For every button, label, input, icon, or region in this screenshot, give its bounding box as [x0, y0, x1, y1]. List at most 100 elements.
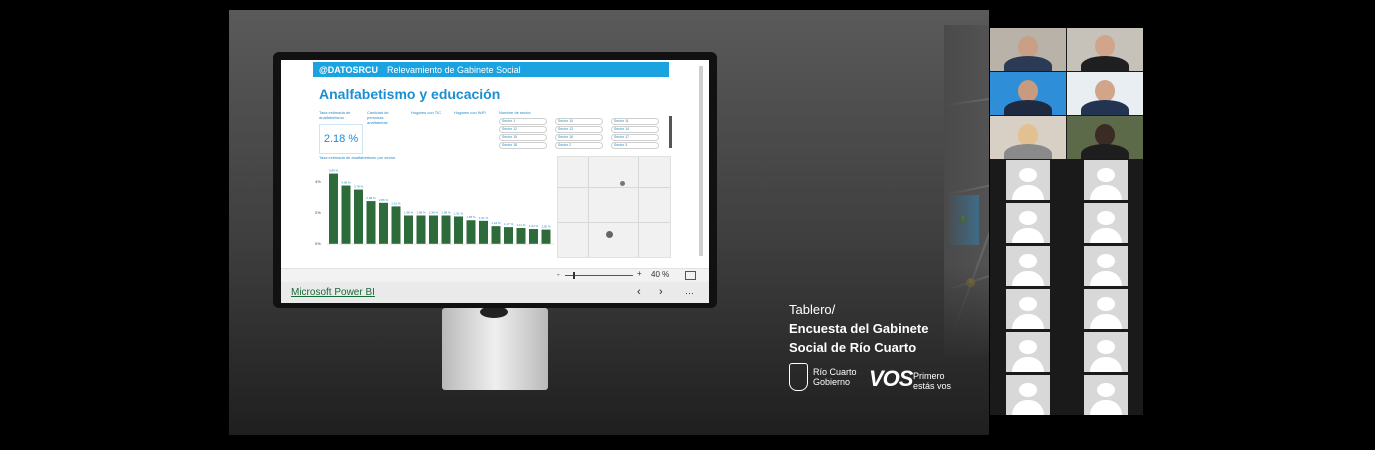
sector-minimap[interactable] — [557, 156, 671, 258]
bar-data-label: 1,24 % — [491, 221, 501, 225]
sector-chip[interactable]: Sector 2 — [555, 142, 603, 149]
bar[interactable] — [491, 226, 501, 244]
bar[interactable] — [529, 229, 538, 244]
zoom-slider[interactable] — [565, 275, 633, 276]
bar-data-label: 1,98 % — [429, 210, 439, 214]
vos-tagline-line1: Primero — [913, 371, 945, 381]
bar[interactable] — [479, 220, 488, 244]
fit-page-icon[interactable] — [685, 271, 696, 280]
slide-title-line3: Social de Río Cuarto — [789, 340, 917, 355]
participant-avatar[interactable] — [1006, 246, 1050, 286]
user-body-icon — [1012, 357, 1044, 372]
user-head-icon — [1097, 168, 1115, 182]
user-head-icon — [1097, 211, 1115, 225]
zoom-out-button[interactable]: - — [557, 270, 560, 279]
bar[interactable] — [504, 227, 513, 244]
powerbi-footer: Microsoft Power BI ‹ › ··· — [281, 282, 709, 303]
user-body-icon — [1012, 185, 1044, 200]
zoom-bar: - + 40 % — [281, 268, 709, 283]
participant-video[interactable] — [1067, 72, 1143, 115]
participant-avatar[interactable] — [1006, 203, 1050, 243]
user-head-icon — [1097, 254, 1115, 268]
bar-data-label: 1,91 % — [454, 211, 464, 215]
next-page-button[interactable]: › — [659, 286, 663, 298]
bar[interactable] — [466, 220, 476, 244]
user-body-icon — [1012, 314, 1044, 329]
user-body-icon — [1090, 185, 1122, 200]
prev-page-button[interactable]: ‹ — [637, 286, 641, 298]
sector-chip[interactable]: Sector 14 — [611, 126, 659, 133]
report-page: @DATOSRCU Relevamiento de Gabinete Socia… — [281, 60, 709, 268]
crest-icon — [789, 363, 808, 391]
participant-video[interactable] — [1067, 28, 1143, 71]
bar-data-label: 2,86 % — [379, 198, 389, 202]
participant-video[interactable] — [990, 72, 1066, 115]
sector-filter-scrollbar[interactable] — [669, 116, 672, 148]
user-body-icon — [1012, 228, 1044, 243]
bar-data-label: 1,98 % — [441, 210, 451, 214]
monitor-stand — [442, 308, 548, 390]
bar[interactable] — [341, 185, 351, 244]
participant-avatar[interactable] — [1084, 289, 1128, 329]
slide-title: Tablero/ Encuesta del Gabinete Social de… — [789, 300, 928, 357]
bar[interactable] — [454, 216, 463, 244]
rc-logo-line1: Río Cuarto — [813, 367, 857, 377]
bar[interactable] — [441, 215, 451, 244]
user-body-icon — [1090, 271, 1122, 286]
more-options-button[interactable]: ··· — [685, 288, 694, 298]
sector-chip[interactable]: Sector 3 — [611, 142, 659, 149]
bar[interactable] — [416, 215, 426, 244]
participant-avatar[interactable] — [1006, 332, 1050, 372]
vos-logo: VOS — [869, 366, 913, 391]
user-head-icon — [1019, 254, 1037, 268]
sector-chip[interactable]: Sector 10 — [555, 118, 603, 125]
rc-logo-line2: Gobierno — [813, 377, 851, 387]
bar-data-label: 1,04 % — [529, 224, 539, 228]
participant-avatar[interactable] — [1006, 289, 1050, 329]
bar[interactable] — [429, 215, 438, 244]
bar-data-label: 4,06 % — [341, 181, 351, 185]
sector-chip[interactable]: Sector 17 — [611, 134, 659, 141]
bar[interactable] — [329, 173, 338, 244]
powerbi-embed: @DATOSRCU Relevamiento de Gabinete Socia… — [281, 60, 709, 303]
report-scrollbar[interactable] — [699, 66, 703, 256]
user-head-icon — [1019, 340, 1037, 354]
participant-avatar[interactable] — [1084, 203, 1128, 243]
zoom-in-button[interactable]: + — [637, 269, 642, 278]
sector-chip[interactable]: Sector 13 — [555, 126, 603, 133]
sector-chip[interactable]: Sector 11 — [611, 118, 659, 125]
user-body-icon — [1090, 400, 1122, 415]
user-body-icon — [1090, 228, 1122, 243]
participant-video[interactable] — [990, 116, 1066, 159]
zoom-level: 40 % — [651, 270, 670, 279]
participant-avatar[interactable] — [1084, 160, 1128, 200]
user-head-icon — [1019, 211, 1037, 225]
participant-avatar[interactable] — [1084, 246, 1128, 286]
bar[interactable] — [366, 201, 376, 244]
bar[interactable] — [404, 215, 413, 244]
bar-data-label: 1,00 % — [541, 225, 551, 229]
user-head-icon — [1097, 383, 1115, 397]
participant-avatar[interactable] — [1084, 332, 1128, 372]
city-map: 6 1 12 2 11 3 4 10 3 8 7 9 — [944, 25, 989, 355]
bar[interactable] — [379, 202, 388, 244]
bar[interactable] — [391, 206, 401, 244]
bar-data-label: 1,98 % — [404, 210, 414, 214]
bar[interactable] — [516, 228, 526, 244]
participant-avatar[interactable] — [1084, 375, 1128, 415]
powerbi-link[interactable]: Microsoft Power BI — [291, 287, 375, 298]
participant-video[interactable] — [1067, 116, 1143, 159]
participant-avatar[interactable] — [1006, 160, 1050, 200]
user-head-icon — [1097, 297, 1115, 311]
user-body-icon — [1012, 271, 1044, 286]
zoom-slider-handle[interactable] — [573, 272, 575, 279]
bar-data-label: 4,89 % — [329, 169, 339, 173]
participant-video[interactable] — [990, 28, 1066, 71]
bar[interactable] — [354, 189, 363, 244]
bar-data-label: 1,98 % — [416, 210, 426, 214]
bar[interactable] — [541, 229, 551, 244]
participant-avatar[interactable] — [1006, 375, 1050, 415]
user-head-icon — [1019, 168, 1037, 182]
user-head-icon — [1097, 340, 1115, 354]
sector-chip[interactable]: Sector 16 — [555, 134, 603, 141]
